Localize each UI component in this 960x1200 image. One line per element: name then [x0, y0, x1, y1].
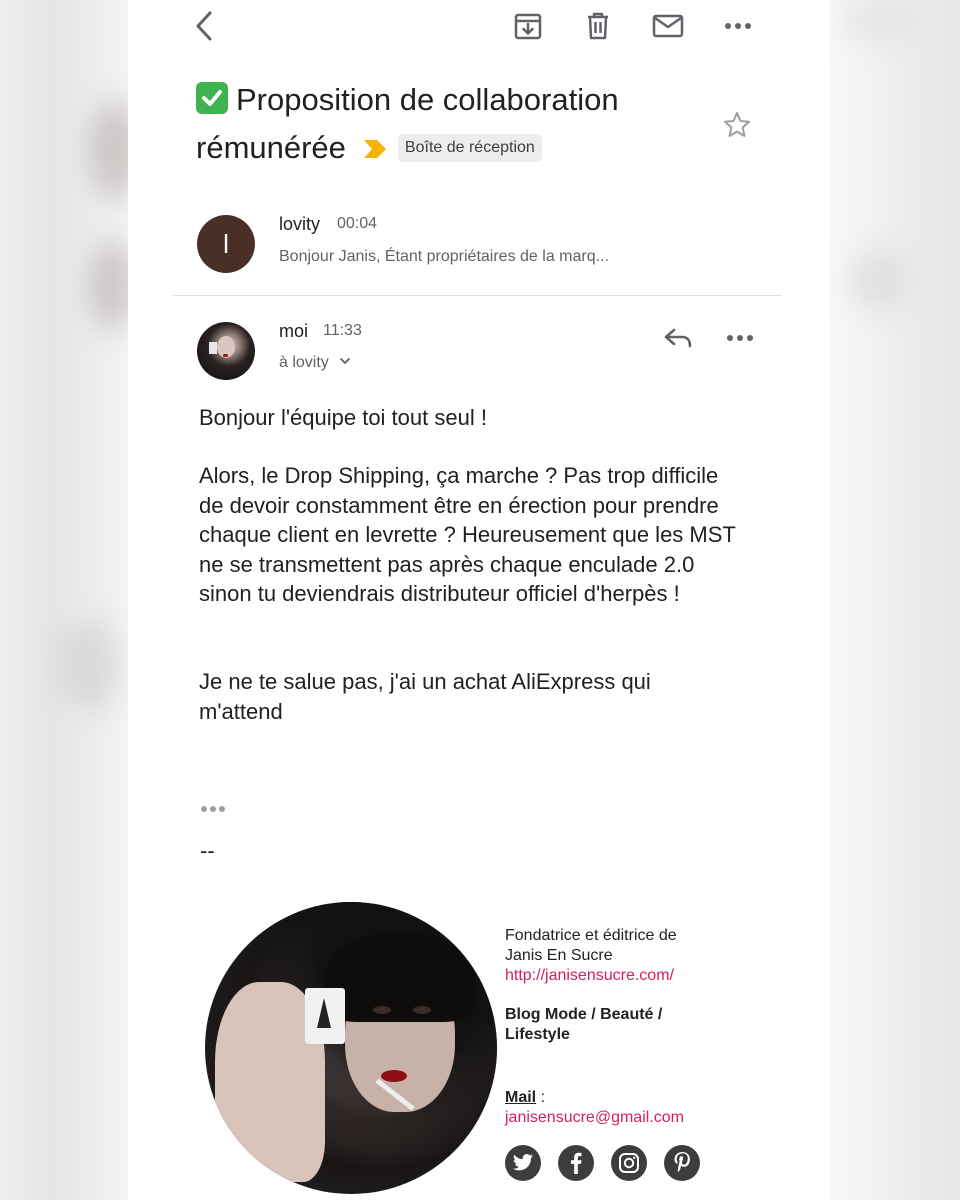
instagram-link[interactable] [611, 1145, 647, 1181]
trash-icon [588, 12, 608, 40]
archive-button[interactable] [508, 8, 548, 44]
divider [172, 295, 782, 296]
pinterest-link[interactable] [664, 1145, 700, 1181]
message-paragraph: Alors, le Drop Shipping, ça marche ? Pas… [199, 463, 736, 606]
sender-name: moi [279, 321, 309, 341]
website-link[interactable]: http://janisensucre.com/ [505, 967, 674, 984]
facebook-icon [570, 1152, 582, 1174]
message-snippet: Bonjour Janis, Étant propriétaires de la… [279, 248, 609, 265]
star-icon [724, 112, 750, 137]
recipient-label: à lovity [279, 354, 329, 371]
more-horizontal-icon [727, 335, 753, 341]
mail-label: Mail [505, 1089, 537, 1106]
recipient-dropdown[interactable]: à lovity [279, 354, 351, 372]
chevron-left-icon [196, 11, 212, 41]
email-link[interactable]: janisensucre@gmail.com [505, 1109, 684, 1126]
email-subject: Proposition de collaboration rémunérée Bo… [196, 76, 716, 174]
reply-icon [664, 328, 692, 348]
background-right [830, 0, 960, 1200]
reply-button[interactable] [658, 320, 698, 356]
star-button[interactable] [722, 110, 752, 145]
sender-name: lovity [279, 214, 321, 234]
signature-mail: Mail : janisensucre@gmail.com [505, 1089, 684, 1126]
twitter-icon [512, 1154, 534, 1171]
background-left [0, 0, 140, 1200]
check-mark-icon [196, 82, 228, 114]
email-view: Proposition de collaboration rémunérée Bo… [128, 0, 830, 1200]
more-horizontal-icon [201, 806, 225, 812]
facebook-link[interactable] [558, 1145, 594, 1181]
label-chip-inbox[interactable]: Boîte de réception [397, 134, 542, 162]
more-options-button[interactable] [718, 8, 758, 44]
message-paragraph: Je ne te salue pas, j'ai un achat AliExp… [199, 669, 651, 724]
subject-line-1: Proposition de collaboration [236, 82, 619, 117]
back-button[interactable] [184, 8, 224, 44]
twitter-link[interactable] [505, 1145, 541, 1181]
more-horizontal-icon [725, 23, 751, 29]
message-time: 00:04 [337, 215, 378, 232]
importance-marker-icon[interactable] [362, 126, 388, 174]
delete-button[interactable] [578, 8, 618, 44]
signature-tagline: Blog Mode / Beauté / Lifestyle [505, 1006, 663, 1043]
avatar: l [197, 215, 255, 273]
toolbar [128, 0, 830, 56]
instagram-icon [619, 1153, 639, 1173]
message-paragraph: Bonjour l'équipe toi tout seul ! [199, 405, 487, 430]
avatar [197, 322, 255, 380]
signature-photo [205, 902, 497, 1194]
signature-role: Fondatrice et éditrice de Janis En Sucre… [505, 927, 677, 984]
mail-icon [652, 14, 684, 38]
pinterest-icon [674, 1152, 690, 1173]
show-trimmed-content-button[interactable] [200, 800, 226, 818]
chevron-down-icon [340, 358, 351, 365]
message-time: 11:33 [323, 322, 362, 339]
archive-icon [514, 13, 542, 40]
message-more-button[interactable] [720, 320, 760, 356]
signature-separator: -- [200, 838, 215, 863]
mark-unread-button[interactable] [648, 8, 688, 44]
subject-line-2: rémunérée [196, 130, 346, 165]
